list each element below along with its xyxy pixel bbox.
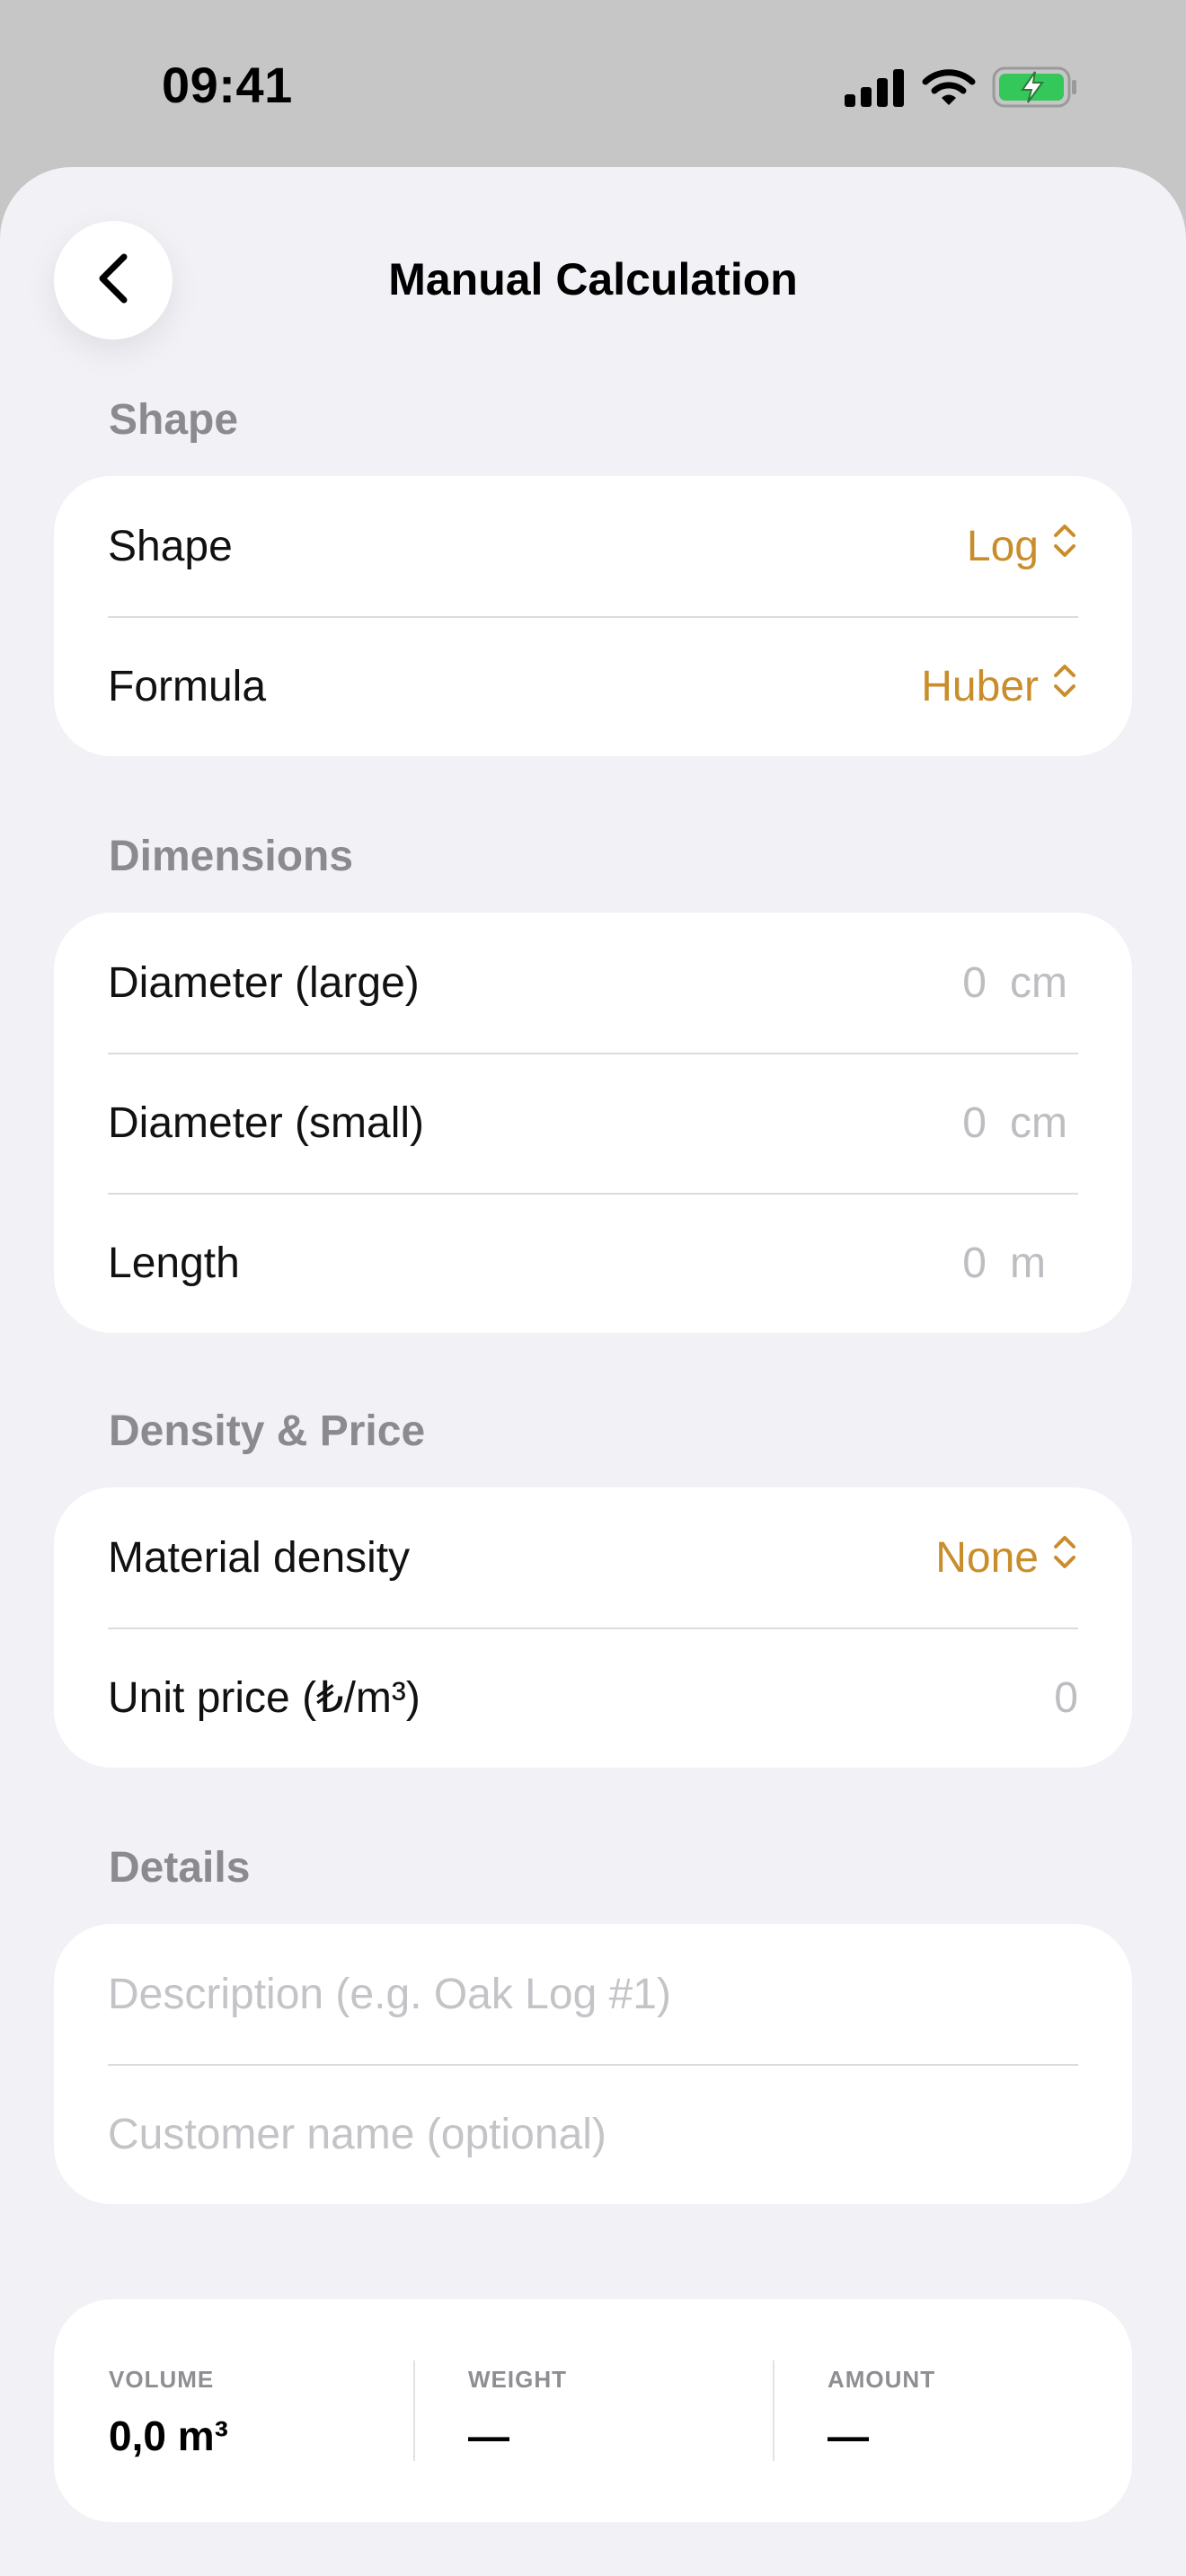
formula-picker[interactable]: Huber [921,658,1078,714]
formula-row[interactable]: Formula Huber [54,616,1132,756]
section-header-density-price: Density & Price [109,1407,426,1455]
length-input[interactable]: 0 [962,1239,987,1288]
wifi-icon [922,67,976,111]
shape-card: Shape Log Formula Huber [54,476,1132,756]
unit-price-input[interactable]: 0 [1054,1673,1078,1723]
weight-value: — [468,2413,509,2459]
weight-summary: WEIGHT — [413,2299,773,2522]
unit-price-label: Unit price (₺/m³) [108,1674,420,1722]
section-header-dimensions: Dimensions [109,833,354,880]
shape-picker[interactable]: Log [967,518,1078,574]
material-density-picker[interactable]: None [935,1530,1078,1585]
diameter-large-input[interactable]: 0 [962,958,987,1008]
chevron-up-down-icon [1051,658,1078,714]
density-price-card: Material density None Unit price (₺/m³) … [54,1487,1132,1768]
volume-label: VOLUME [109,2366,215,2393]
diameter-small-input[interactable]: 0 [962,1098,987,1148]
unit-price-row: Unit price (₺/m³) 0 [54,1628,1132,1768]
summary-card: VOLUME 0,0 m³ WEIGHT — AMOUNT — [54,2299,1132,2522]
length-unit: m [1010,1239,1046,1287]
section-header-details: Details [109,1844,251,1892]
dimensions-card: Diameter (large) 0 cm Diameter (small) 0… [54,913,1132,1333]
weight-label: WEIGHT [468,2366,567,2393]
diameter-large-row: Diameter (large) 0 cm [54,913,1132,1053]
section-header-shape: Shape [109,396,239,444]
page-title: Manual Calculation [388,254,798,304]
volume-value: 0,0 m³ [109,2413,228,2459]
material-density-row[interactable]: Material density None [54,1487,1132,1628]
material-density-value: None [935,1533,1039,1582]
battery-charging-icon [992,66,1078,112]
status-icons [845,66,1078,112]
customer-name-field[interactable]: Customer name (optional) [108,2110,606,2159]
cellular-signal-icon [845,67,906,111]
description-field[interactable]: Description (e.g. Oak Log #1) [108,1970,671,2019]
diameter-small-unit: cm [1010,1098,1067,1147]
diameter-large-label: Diameter (large) [108,958,420,1007]
shape-value: Log [966,522,1039,570]
amount-label: AMOUNT [828,2366,936,2393]
details-card: Description (e.g. Oak Log #1) Customer n… [54,1924,1132,2204]
amount-value: — [828,2413,869,2459]
customer-name-row[interactable]: Customer name (optional) [54,2064,1132,2204]
amount-summary: AMOUNT — [773,2299,1132,2522]
material-density-label: Material density [108,1533,411,1582]
length-label: Length [108,1239,240,1287]
formula-value: Huber [921,662,1039,710]
chevron-up-down-icon [1051,518,1078,574]
length-row: Length 0 m [54,1193,1132,1333]
chevron-up-down-icon [1051,1530,1078,1585]
status-time: 09:41 [162,57,293,113]
description-row[interactable]: Description (e.g. Oak Log #1) [54,1924,1132,2064]
shape-row[interactable]: Shape Log [54,476,1132,616]
formula-label: Formula [108,662,267,710]
diameter-small-label: Diameter (small) [108,1098,425,1147]
volume-summary: VOLUME 0,0 m³ [54,2299,413,2522]
shape-label: Shape [108,522,233,570]
diameter-large-unit: cm [1010,958,1067,1007]
modal-sheet: Manual Calculation Shape Shape Log Formu… [0,167,1186,2576]
diameter-small-row: Diameter (small) 0 cm [54,1053,1132,1193]
status-bar: 09:41 [0,0,1186,167]
